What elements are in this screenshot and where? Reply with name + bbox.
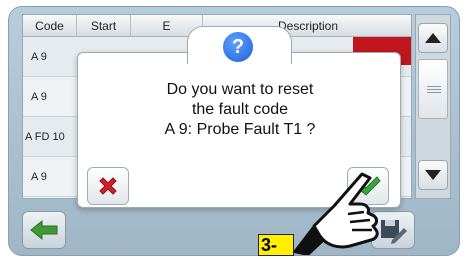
back-arrow-icon — [30, 219, 58, 241]
header-start[interactable]: Start — [77, 15, 131, 37]
step-label: 3- — [258, 234, 294, 256]
row-code: A 9 — [31, 51, 47, 63]
row-code: A 9 — [31, 91, 47, 103]
row-code: A 9 — [31, 171, 47, 183]
scroll-up-button[interactable] — [418, 23, 448, 53]
message-line: A 9: Probe Fault T1 ? — [164, 121, 316, 138]
scroll-thumb[interactable] — [418, 59, 448, 119]
screen: Code Start E Description A 9 A 9 A FD 10… — [0, 0, 469, 259]
dialog-message: Do you want to reset the fault code A 9:… — [100, 80, 380, 140]
back-button[interactable] — [22, 211, 66, 249]
arrow-down-icon — [425, 170, 441, 180]
scrollbar[interactable] — [415, 14, 451, 199]
header-code[interactable]: Code — [23, 15, 77, 37]
red-x-icon — [99, 177, 117, 195]
cancel-button[interactable] — [87, 167, 129, 205]
arrow-up-icon — [425, 33, 441, 43]
row-code: A FD 10 — [25, 131, 65, 143]
pointing-hand-icon — [292, 172, 379, 255]
message-line: the fault code — [191, 101, 289, 118]
scroll-down-button[interactable] — [418, 160, 448, 190]
message-line: Do you want to reset — [166, 81, 314, 98]
question-icon: ? — [223, 32, 253, 62]
